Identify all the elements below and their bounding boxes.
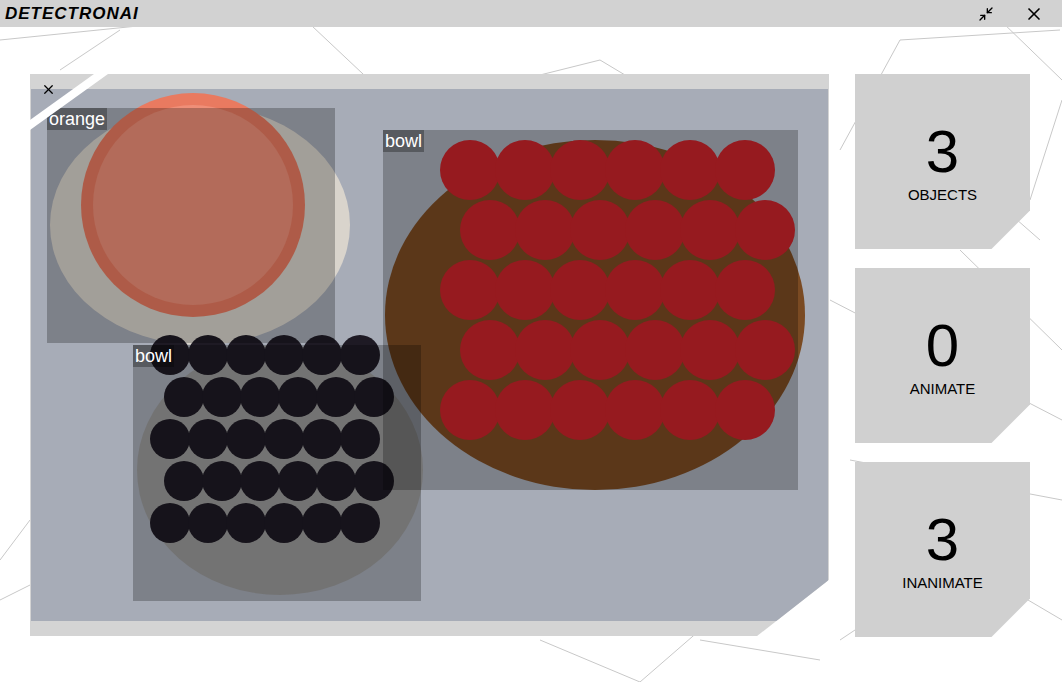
close-icon[interactable]: [1024, 4, 1044, 24]
title-bar: DETECTRONAI: [0, 0, 1062, 27]
stat-label: OBJECTS: [908, 185, 977, 205]
stat-value: 3: [926, 119, 959, 185]
stat-value: 3: [926, 507, 959, 573]
detection-box[interactable]: bowl: [133, 345, 421, 601]
stat-card: 3INANIMATE: [855, 462, 1030, 637]
detection-label: bowl: [383, 130, 424, 152]
close-image-icon[interactable]: [41, 82, 56, 97]
stat-label: INANIMATE: [902, 573, 983, 593]
stat-card: 0ANIMATE: [855, 268, 1030, 443]
content: orangebowlbowl3OBJECTS0ANIMATE3INANIMATE: [0, 27, 1062, 637]
image-panel: orangebowlbowl: [30, 74, 829, 636]
detection-box[interactable]: bowl: [383, 130, 798, 490]
stat-label: ANIMATE: [910, 379, 976, 399]
stat-value: 0: [926, 313, 959, 379]
image-area: orangebowlbowl: [31, 89, 828, 621]
detection-label: bowl: [133, 345, 174, 367]
detection-box[interactable]: orange: [47, 108, 335, 343]
stats: 3OBJECTS0ANIMATE3INANIMATE: [855, 74, 1030, 637]
stat-card: 3OBJECTS: [855, 74, 1030, 249]
app-title: DETECTRONAI: [5, 1, 139, 27]
corner-stripe: [30, 74, 110, 134]
minimize-icon[interactable]: [978, 6, 994, 22]
app: DETECTRONAIorangebowlbowl3OBJECTS0ANIMAT…: [0, 0, 1062, 682]
